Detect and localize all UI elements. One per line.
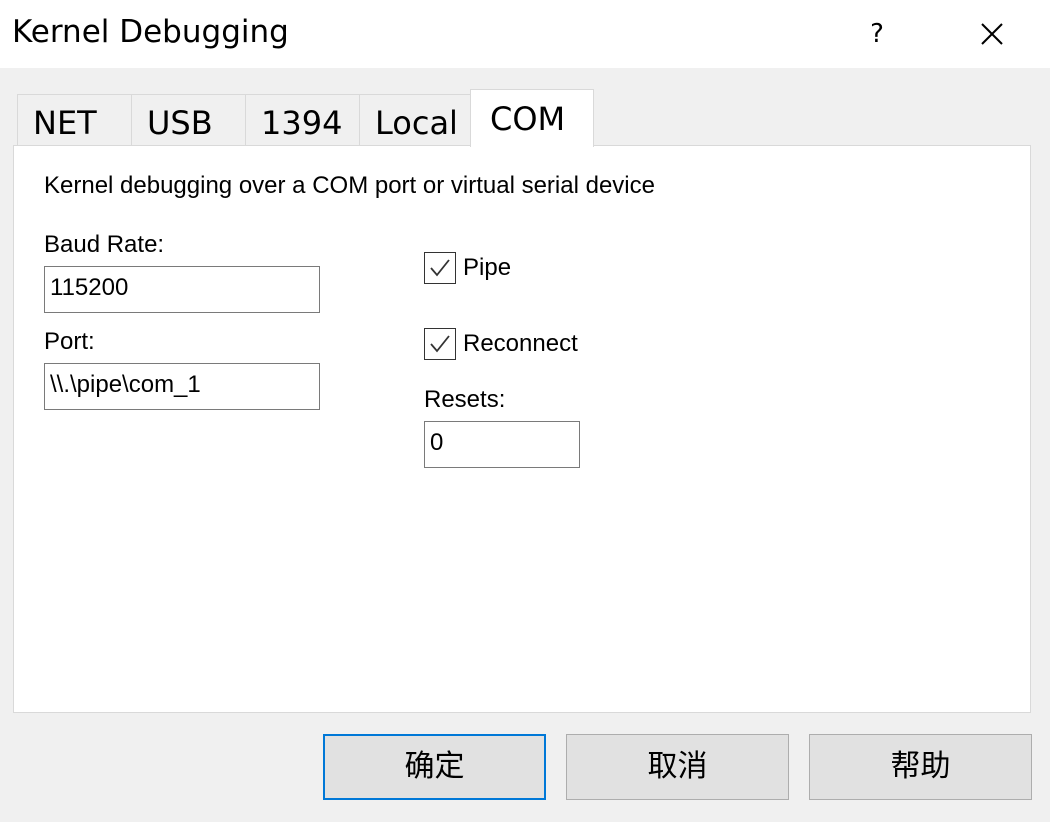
baud-rate-input[interactable]: 115200 [44,266,320,313]
pipe-checkbox[interactable] [424,252,456,284]
title-bar: Kernel Debugging ? [0,0,1050,68]
tab-net[interactable]: NET [17,94,132,146]
resets-label: Resets: [424,386,506,413]
com-settings-panel: Kernel debugging over a COM port or virt… [13,145,1031,713]
baud-rate-label: Baud Rate: [44,231,165,258]
description-text: Kernel debugging over a COM port or virt… [44,172,655,199]
tab-1394[interactable]: 1394 [245,94,360,146]
tab-com[interactable]: COM [470,89,594,147]
close-icon [981,23,1003,45]
checkmark-icon [430,259,450,277]
window-title: Kernel Debugging [12,14,289,50]
resets-input[interactable]: 0 [424,421,580,468]
port-input[interactable]: \\.\pipe\com_1 [44,363,320,410]
cancel-button[interactable]: 取消 [566,734,789,800]
ok-button[interactable]: 确定 [323,734,546,800]
port-label: Port: [44,328,95,355]
tab-local[interactable]: Local [359,94,471,146]
pipe-label[interactable]: Pipe [463,254,511,282]
checkmark-icon [430,335,450,353]
tab-usb[interactable]: USB [131,94,246,146]
reconnect-label[interactable]: Reconnect [463,330,578,358]
reconnect-checkbox[interactable] [424,328,456,360]
close-button[interactable] [972,14,1012,54]
help-title-button[interactable]: ? [862,16,892,52]
help-button[interactable]: 帮助 [809,734,1032,800]
